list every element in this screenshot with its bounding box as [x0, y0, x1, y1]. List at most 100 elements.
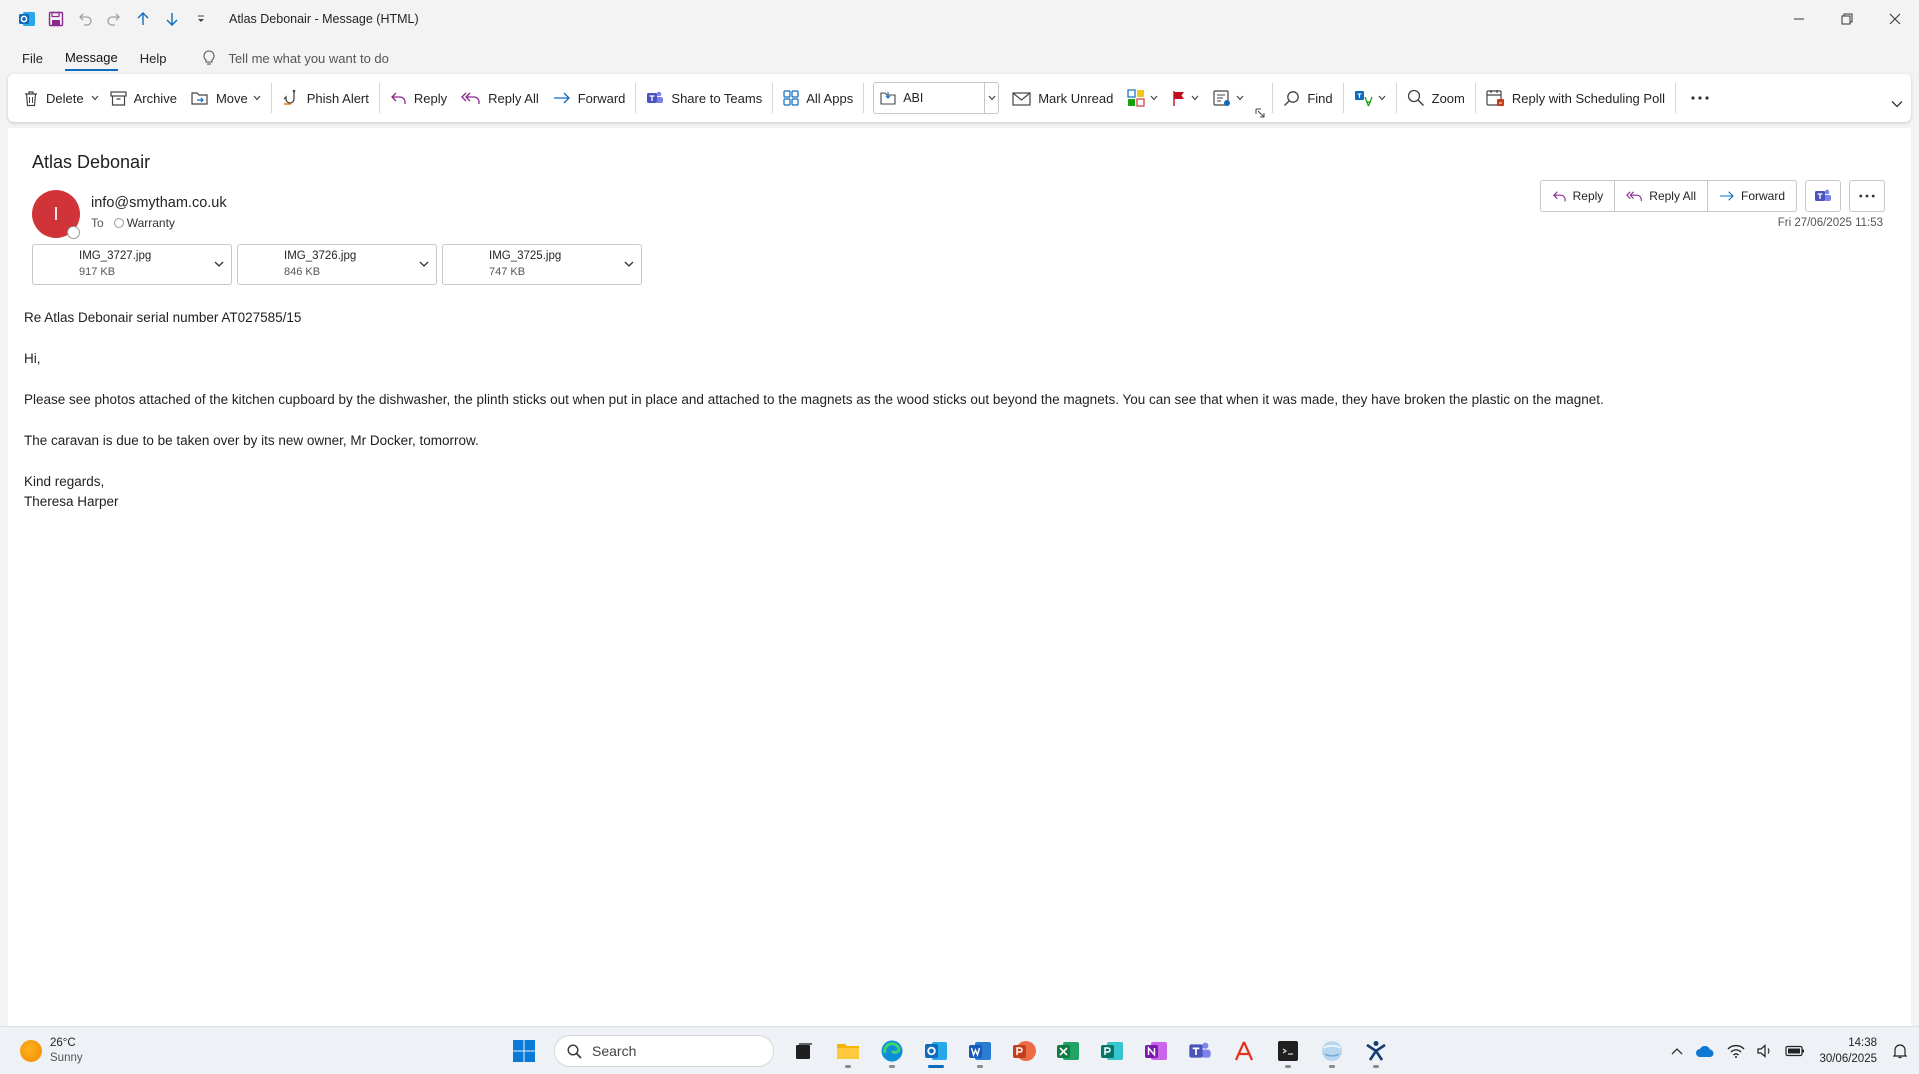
save-icon[interactable]	[41, 4, 70, 34]
redo-icon[interactable]	[99, 4, 128, 34]
delete-button[interactable]: Delete	[16, 81, 91, 115]
attachment-size: 846 KB	[284, 266, 321, 278]
teams-app[interactable]	[1180, 1033, 1220, 1069]
rules-button[interactable]	[1206, 81, 1251, 115]
word-icon	[969, 1042, 991, 1060]
all-apps-button[interactable]: All Apps	[776, 81, 860, 115]
attachment-card[interactable]: IMG_3727.jpg 917 KB	[32, 244, 232, 285]
ribbon-separator	[1675, 83, 1677, 113]
browser-app[interactable]	[1312, 1033, 1352, 1069]
share-to-teams-button[interactable]: Share to Teams	[639, 81, 769, 115]
customize-toolbar-icon[interactable]	[186, 4, 215, 34]
weather-text: 26°C Sunny	[50, 1036, 83, 1066]
inline-reply-button[interactable]: Reply	[1539, 180, 1616, 212]
outlook-app[interactable]	[916, 1033, 956, 1069]
inline-reply-all-button[interactable]: Reply All	[1615, 180, 1708, 212]
mark-unread-button[interactable]: Mark Unread	[1005, 81, 1120, 115]
menu-file[interactable]: File	[22, 47, 43, 70]
quick-steps-dropdown[interactable]	[984, 83, 998, 113]
teams-icon	[647, 91, 664, 103]
chevron-down-icon[interactable]	[418, 258, 430, 270]
group-launcher-button[interactable]	[1251, 104, 1269, 122]
attachment-name: IMG_3726.jpg	[284, 250, 357, 262]
chevron-down-icon	[1191, 95, 1199, 101]
network-tray[interactable]	[1727, 1044, 1745, 1058]
undo-icon[interactable]	[70, 4, 99, 34]
scheduling-poll-button[interactable]: Reply with Scheduling Poll	[1479, 81, 1672, 115]
find-label: Find	[1307, 90, 1333, 106]
reply-icon	[1552, 190, 1566, 201]
inline-more-button[interactable]	[1849, 180, 1885, 212]
taskbar-clock[interactable]: 14:38 30/06/2025	[1819, 1035, 1877, 1067]
translate-button[interactable]	[1347, 81, 1393, 115]
presence-status-icon	[67, 226, 80, 239]
restore-button[interactable]	[1823, 0, 1871, 38]
taskbar-search[interactable]: Search	[554, 1035, 774, 1067]
sender-address[interactable]: info@smytham.co.uk	[91, 195, 227, 211]
edge-app[interactable]	[872, 1033, 912, 1069]
weather-widget[interactable]: 26°C Sunny	[20, 1036, 83, 1066]
teams-icon	[1189, 1042, 1211, 1058]
inline-teams-button[interactable]	[1805, 180, 1841, 212]
chevron-down-icon	[988, 95, 996, 101]
show-hidden-icons[interactable]	[1671, 1047, 1683, 1055]
onedrive-tray[interactable]	[1695, 1044, 1715, 1058]
attachment-card[interactable]: IMG_3726.jpg 846 KB	[237, 244, 437, 285]
battery-tray[interactable]	[1785, 1045, 1805, 1057]
menu-message[interactable]: Message	[64, 46, 118, 71]
move-button[interactable]: Move	[184, 81, 268, 115]
menu-help[interactable]: Help	[140, 47, 167, 70]
ribbon-separator	[378, 83, 380, 113]
minimize-button[interactable]	[1775, 0, 1823, 38]
start-button[interactable]	[504, 1033, 544, 1069]
figure-icon	[1366, 1041, 1386, 1061]
powerpoint-app[interactable]	[1004, 1033, 1044, 1069]
excel-app[interactable]	[1048, 1033, 1088, 1069]
categorize-button[interactable]	[1120, 81, 1165, 115]
ribbon-separator	[1272, 83, 1274, 113]
next-item-icon[interactable]	[157, 4, 186, 34]
more-horizontal-icon	[1859, 194, 1875, 198]
attachments-well: IMG_3727.jpg 917 KB IMG_3726.jpg 846 KB …	[32, 244, 647, 285]
teams-icon	[1815, 189, 1831, 201]
forward-label: Forward	[577, 90, 626, 106]
follow-up-button[interactable]	[1165, 81, 1206, 115]
recipients-row: To Warranty	[91, 216, 175, 230]
archive-button[interactable]: Archive	[103, 81, 184, 115]
quick-steps-combo[interactable]: ABI	[873, 82, 1000, 114]
zoom-button[interactable]: Zoom	[1400, 81, 1472, 115]
acrobat-app[interactable]	[1224, 1033, 1264, 1069]
attachment-card[interactable]: IMG_3725.jpg 747 KB	[442, 244, 642, 285]
notifications-tray[interactable]	[1893, 1043, 1907, 1059]
word-app[interactable]	[960, 1033, 1000, 1069]
reply-button[interactable]: Reply	[383, 81, 454, 115]
publisher-app[interactable]	[1092, 1033, 1132, 1069]
file-explorer-app[interactable]	[828, 1033, 868, 1069]
inline-forward-button[interactable]: Forward	[1707, 180, 1797, 212]
forward-button[interactable]: Forward	[546, 81, 633, 115]
onenote-app[interactable]	[1136, 1033, 1176, 1069]
find-button[interactable]: Find	[1276, 81, 1339, 115]
categorize-icon	[1127, 89, 1145, 107]
ribbon-display-options[interactable]	[1891, 100, 1903, 108]
folder-move-icon	[880, 92, 896, 105]
chevron-down-icon[interactable]	[623, 258, 635, 270]
helpdesk-app[interactable]	[1356, 1033, 1396, 1069]
task-view-button[interactable]	[784, 1033, 824, 1069]
tell-me-search[interactable]: Tell me what you want to do	[202, 50, 389, 66]
presence-ring-icon	[113, 218, 124, 228]
volume-tray[interactable]	[1757, 1044, 1773, 1058]
more-commands-button[interactable]	[1679, 81, 1721, 115]
delete-dropdown[interactable]	[91, 81, 103, 115]
chevron-down-icon[interactable]	[213, 258, 225, 270]
reply-all-button[interactable]: Reply All	[454, 81, 546, 115]
close-button[interactable]	[1871, 0, 1919, 38]
previous-item-icon[interactable]	[128, 4, 157, 34]
recipient-name[interactable]: Warranty	[127, 216, 175, 230]
move-folder-icon	[191, 92, 208, 105]
terminal-app[interactable]	[1268, 1033, 1308, 1069]
envelope-icon	[1012, 91, 1031, 106]
phish-alert-button[interactable]: Phish Alert	[275, 81, 376, 115]
outlook-icon	[925, 1042, 947, 1060]
tell-me-text: Tell me what you want to do	[228, 50, 389, 66]
